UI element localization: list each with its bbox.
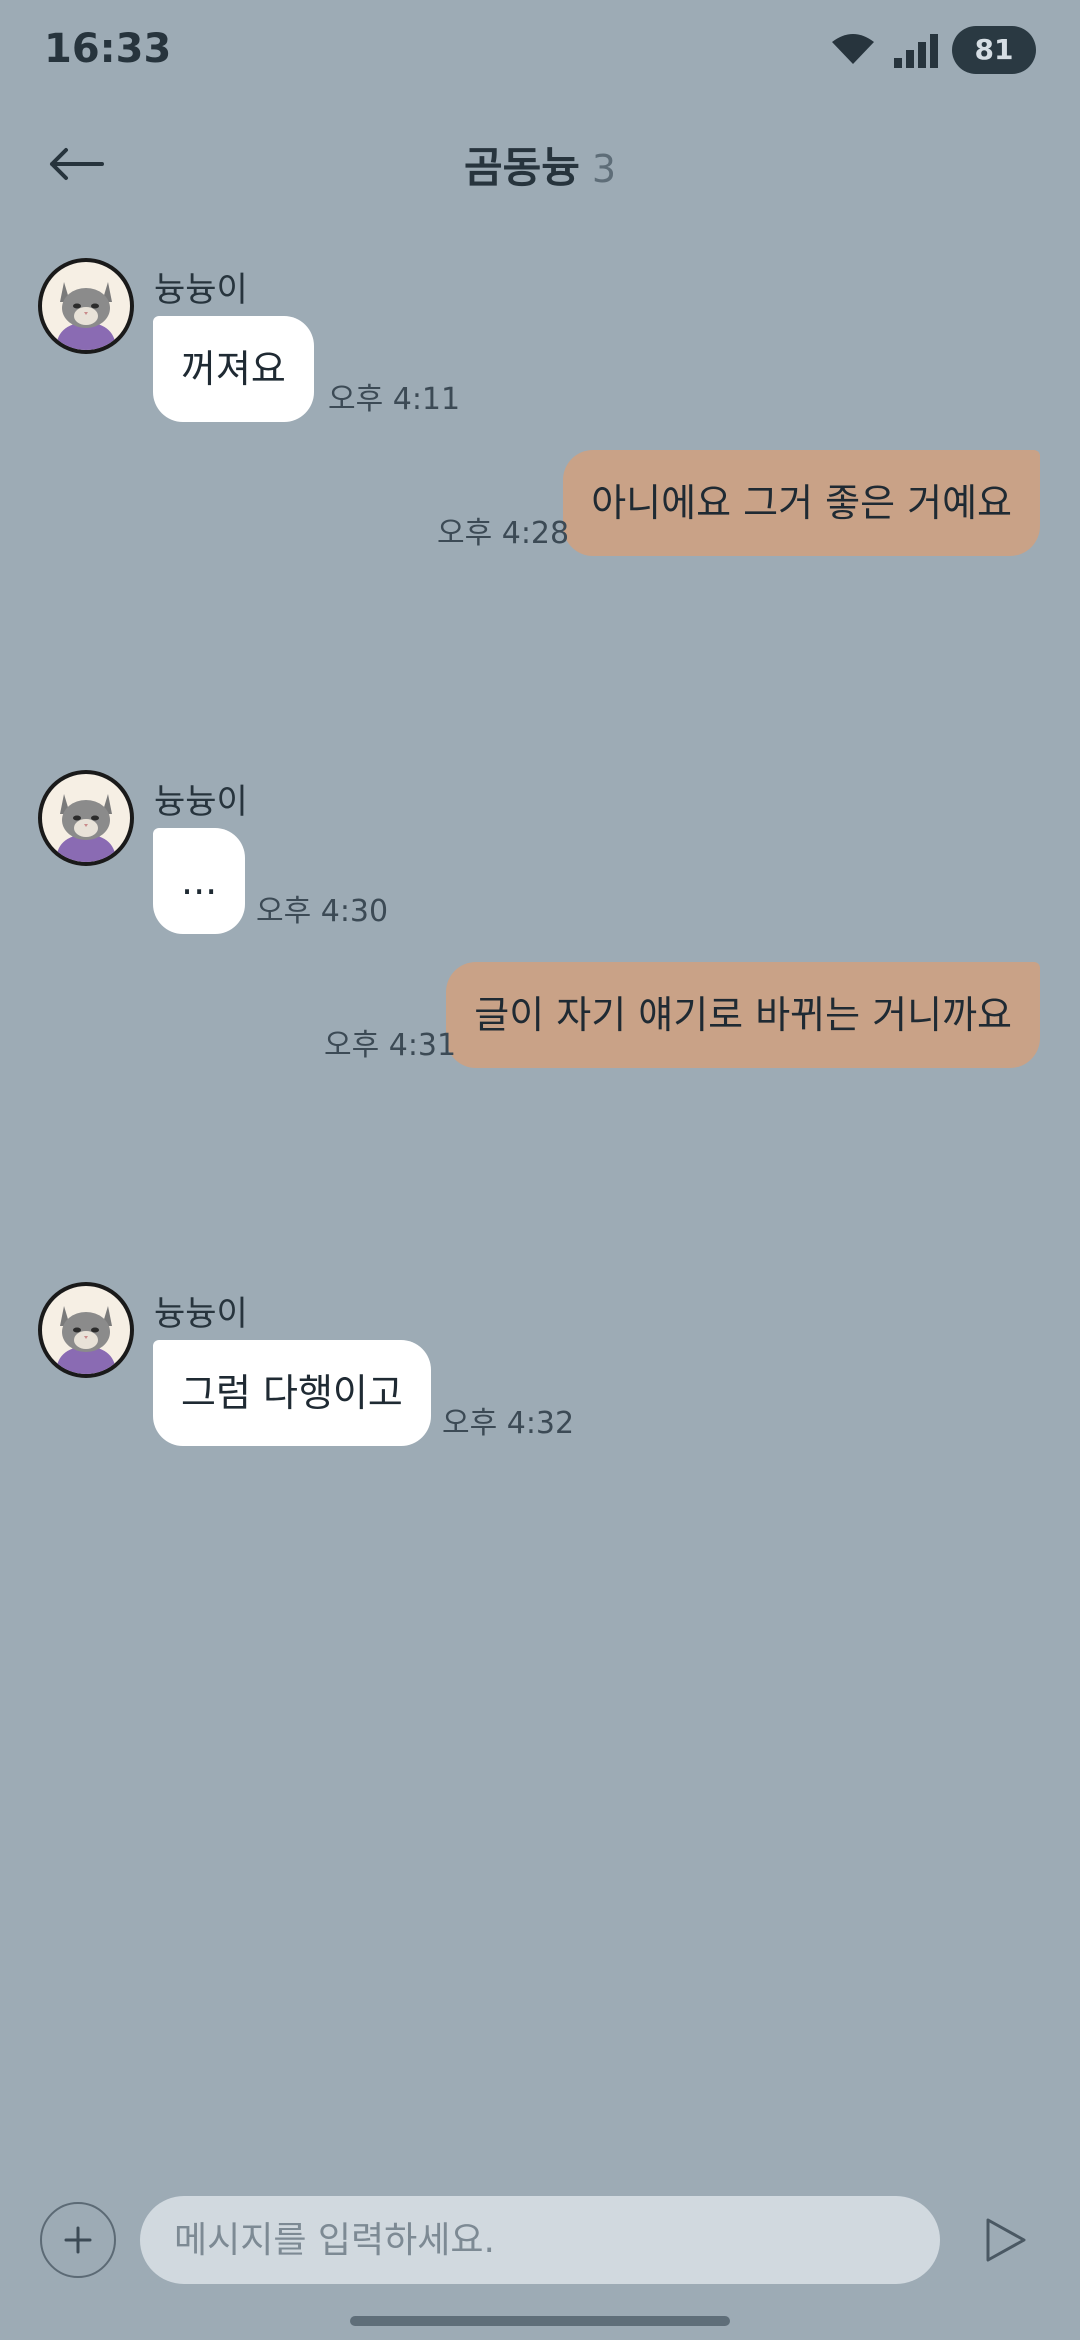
message-time: 오후 4:28 — [437, 516, 570, 551]
battery-badge: 81 — [952, 26, 1036, 74]
message-time: 오후 4:11 — [328, 382, 461, 417]
message-time: 오후 4:31 — [324, 1028, 457, 1063]
message-incoming: 늉늉이 그럼 다행이고 오후 4:32 — [0, 1274, 1080, 1596]
message-bubble[interactable]: 아니에요 그거 좋은 거예요 — [563, 450, 1040, 556]
sender-name: 늉늉이 — [154, 270, 248, 310]
message-outgoing: 아니에요 그거 좋은 거예요 오후 4:28 — [0, 450, 1080, 584]
chat-title: 곰동늉 — [463, 143, 580, 192]
send-button[interactable] — [976, 2210, 1036, 2270]
send-icon — [986, 2218, 1026, 2262]
message-list: 늉늉이 꺼져요 오후 4:11 아니에요 그거 좋은 거예요 오후 4:28 늉… — [0, 250, 1080, 1446]
cat-avatar[interactable] — [38, 1282, 134, 1378]
cat-avatar[interactable] — [38, 258, 134, 354]
chat-title-area: 곰동늉 3 — [0, 134, 1080, 195]
status-bar: 16:33 81 — [0, 0, 1080, 100]
home-indicator[interactable] — [350, 2316, 730, 2326]
message-time: 오후 4:30 — [256, 894, 389, 929]
message-outgoing: 글이 자기 얘기로 바뀌는 거니까요 오후 4:31 — [0, 962, 1080, 1096]
message-bubble[interactable]: 그럼 다행이고 — [153, 1340, 431, 1446]
status-time: 16:33 — [44, 26, 172, 72]
chat-screen: 16:33 81 곰동늉 3 늉늉이 꺼져요 오후 4:11 아니에요 그거 좋… — [0, 0, 1080, 2340]
message-bubble[interactable]: 꺼져요 — [153, 316, 314, 422]
member-count: 3 — [591, 147, 617, 191]
message-input-bar — [0, 2190, 1080, 2290]
message-time: 오후 4:32 — [442, 1406, 575, 1441]
message-bubble[interactable]: 글이 자기 얘기로 바뀌는 거니까요 — [446, 962, 1040, 1068]
signal-icon — [894, 34, 938, 68]
attach-button[interactable] — [40, 2202, 116, 2278]
sender-name: 늉늉이 — [154, 782, 248, 822]
sender-name: 늉늉이 — [154, 1294, 248, 1334]
message-input[interactable] — [140, 2196, 940, 2284]
chat-header: 곰동늉 3 — [0, 110, 1080, 220]
cat-avatar[interactable] — [38, 770, 134, 866]
message-bubble[interactable]: ... — [153, 828, 246, 934]
plus-icon — [64, 2226, 92, 2254]
wifi-icon — [832, 34, 874, 64]
